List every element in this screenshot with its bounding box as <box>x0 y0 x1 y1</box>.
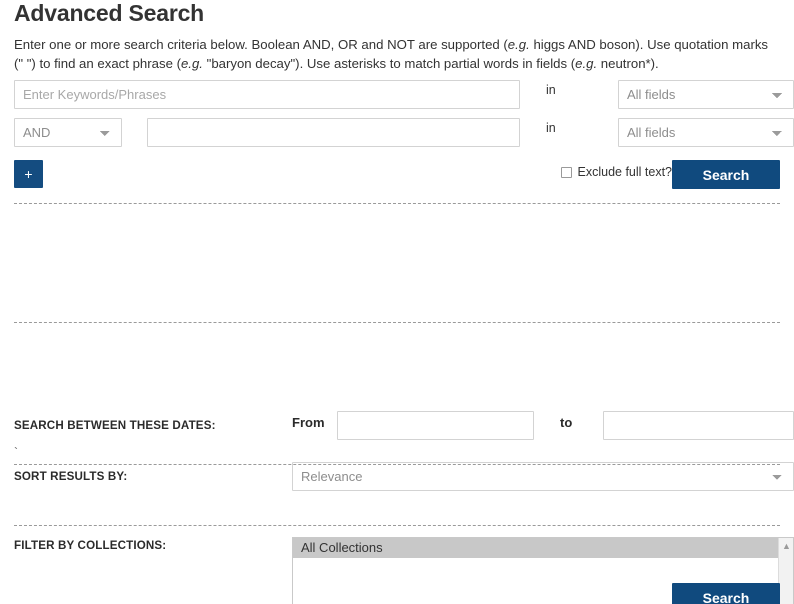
keyword-input-1[interactable] <box>14 80 520 109</box>
collections-scrollbar[interactable]: ▲ ▼ <box>778 538 793 604</box>
date-to-input[interactable] <box>603 411 794 440</box>
divider-2 <box>14 322 780 323</box>
collections-option-all[interactable]: All Collections <box>293 538 793 558</box>
in-label-1: in <box>546 83 556 97</box>
exclude-fulltext-checkbox[interactable] <box>560 166 572 178</box>
criteria-row-2: AND in All fields <box>14 118 794 148</box>
in-label-2: in <box>546 121 556 135</box>
divider-1 <box>14 203 780 204</box>
intro-segment-3: "baryon decay"). Use asterisks to match … <box>202 56 576 71</box>
intro-emphasis-2: e.g. <box>180 56 203 71</box>
to-label: to <box>560 415 573 430</box>
exclude-fulltext-group[interactable]: Exclude full text? <box>560 165 673 179</box>
dates-label: SEARCH BETWEEN THESE DATES: <box>14 419 216 432</box>
exclude-fulltext-label[interactable]: Exclude full text? <box>578 165 673 179</box>
intro-segment-4: neutron*). <box>597 56 659 71</box>
divider-4 <box>14 525 780 526</box>
intro-text: Enter one or more search criteria below.… <box>14 35 778 73</box>
field-select-1[interactable]: All fields <box>618 80 794 109</box>
date-from-input[interactable] <box>337 411 534 440</box>
keyword-input-2[interactable] <box>147 118 520 147</box>
boolean-operator-select[interactable]: AND <box>14 118 122 147</box>
action-row: + Exclude full text? Search <box>14 160 780 194</box>
scroll-up-icon[interactable]: ▲ <box>779 539 793 553</box>
from-label: From <box>292 415 325 430</box>
search-button-top[interactable]: Search <box>672 160 780 189</box>
add-criteria-button[interactable]: + <box>14 160 43 188</box>
collections-label: FILTER BY COLLECTIONS: <box>14 539 167 552</box>
field-select-2[interactable]: All fields <box>618 118 794 147</box>
page-title: Advanced Search <box>14 0 205 26</box>
stray-mark: ` <box>14 445 18 459</box>
search-button-bottom[interactable]: Search <box>672 583 780 604</box>
divider-3 <box>14 464 780 465</box>
advanced-search-page: Advanced Search Enter one or more search… <box>0 0 794 604</box>
sort-select[interactable]: Relevance <box>292 462 794 491</box>
intro-emphasis-3: e.g. <box>575 56 598 71</box>
intro-segment-1: Enter one or more search criteria below.… <box>14 37 508 52</box>
sort-label: SORT RESULTS BY: <box>14 470 128 483</box>
criteria-row-1: in All fields <box>14 80 794 110</box>
intro-emphasis-1: e.g. <box>507 37 530 52</box>
